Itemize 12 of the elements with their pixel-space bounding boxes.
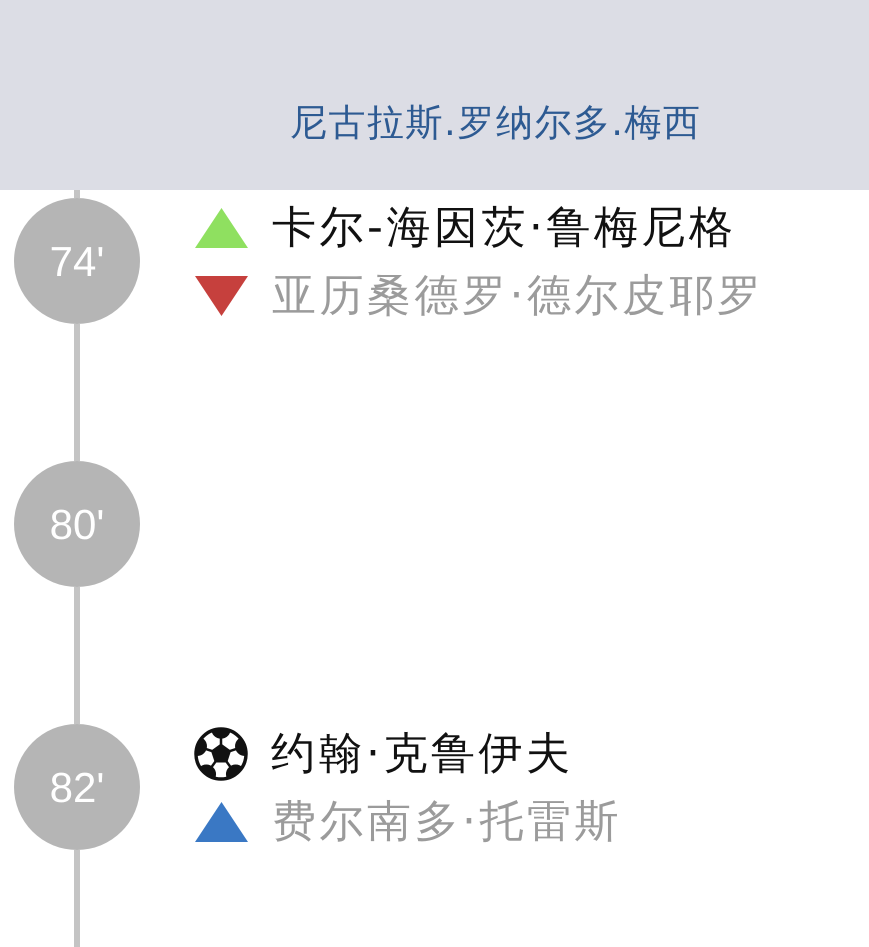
minute-marker: 74' bbox=[14, 198, 140, 324]
player-name: 亚历桑德罗·德尔皮耶罗 bbox=[272, 269, 764, 323]
triangle-up-icon bbox=[195, 802, 248, 842]
player-name: 卡尔-海因茨·鲁梅尼格 bbox=[272, 201, 736, 255]
player-name: 约翰·克鲁伊夫 bbox=[271, 727, 574, 781]
triangle-up-icon bbox=[195, 208, 248, 248]
player-name: 尼古拉斯.罗纳尔多.梅西 bbox=[290, 100, 702, 146]
soccer-ball-icon bbox=[194, 727, 248, 781]
minute-marker: 80' bbox=[14, 461, 140, 587]
player-name: 费尔南多·托雷斯 bbox=[272, 795, 622, 849]
triangle-down-icon bbox=[195, 276, 248, 316]
minute-marker: 82' bbox=[14, 724, 140, 850]
